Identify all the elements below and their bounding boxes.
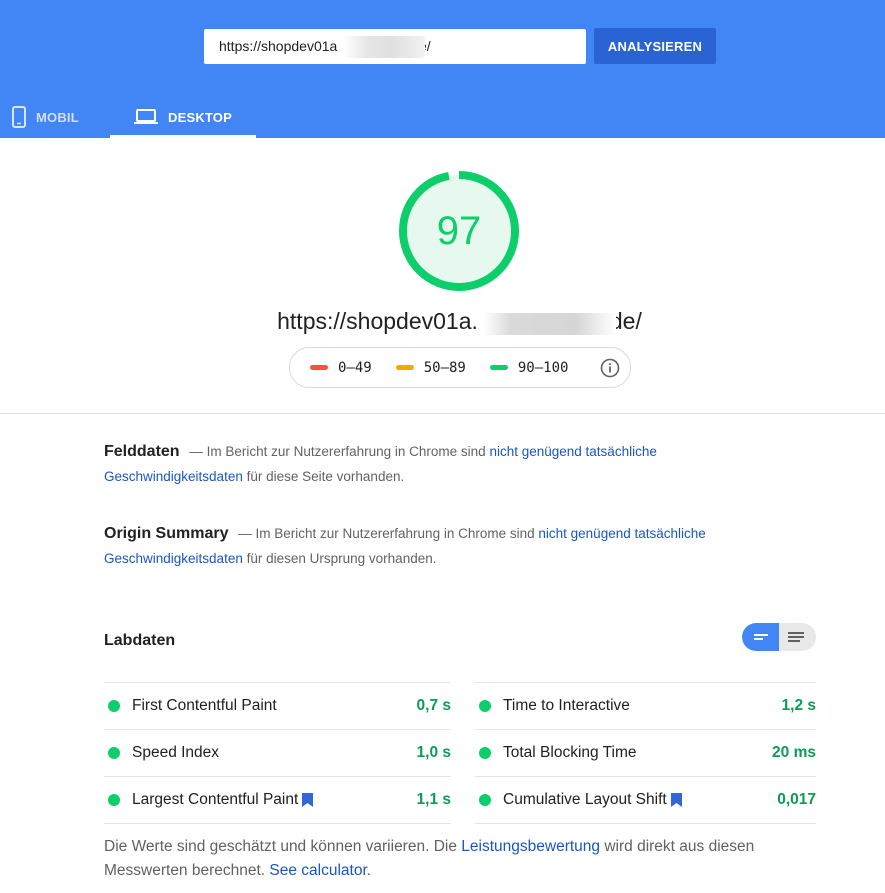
metric-label: Total Blocking Time bbox=[503, 744, 637, 761]
metric-label: Cumulative Layout Shift bbox=[503, 791, 777, 809]
pass-indicator bbox=[108, 794, 120, 806]
metric-value: 0,017 bbox=[777, 791, 816, 808]
pass-indicator bbox=[108, 747, 120, 759]
legend-average-range: 50–89 bbox=[423, 359, 466, 376]
section-divider bbox=[0, 413, 885, 414]
metric-speed-index: Speed Index 1,0 s bbox=[104, 729, 451, 776]
field-data-text: — Im Bericht zur Nutzererfahrung in Chro… bbox=[189, 444, 486, 459]
phone-icon bbox=[12, 106, 26, 128]
legend-item-average: 50–89 bbox=[395, 359, 466, 376]
laptop-icon bbox=[133, 109, 158, 124]
performance-score: 97 bbox=[436, 209, 482, 253]
field-data-text-after: für diese Seite vorhanden. bbox=[246, 469, 405, 484]
metric-value: 0,7 s bbox=[416, 697, 451, 714]
legend-pass-range: 90–100 bbox=[517, 359, 569, 376]
metric-label: Largest Contentful Paint bbox=[132, 791, 417, 809]
metric-label: Time to Interactive bbox=[503, 697, 630, 714]
metric-label: Speed Index bbox=[132, 744, 220, 761]
field-data-title: Felddaten bbox=[104, 443, 180, 460]
analyzed-url-prefix: https://shopdev01a. bbox=[277, 308, 478, 334]
metrics-right-column: Time to Interactive 1,2 s Total Blocking… bbox=[475, 682, 816, 824]
bookmark-icon bbox=[302, 793, 314, 807]
field-data-section: Felddaten — Im Bericht zur Nutzererfahru… bbox=[104, 439, 744, 489]
metric-total-blocking-time: Total Blocking Time 20 ms bbox=[475, 729, 816, 776]
see-calculator-link[interactable]: See calculator bbox=[269, 862, 366, 879]
pass-indicator bbox=[479, 700, 491, 712]
origin-summary-text: — Im Bericht zur Nutzererfahrung in Chro… bbox=[238, 526, 535, 541]
bookmark-icon bbox=[670, 793, 682, 807]
footnote-period: . bbox=[366, 862, 372, 879]
footnote-text: Die Werte sind geschätzt und können vari… bbox=[104, 838, 457, 855]
performance-score-link[interactable]: Leistungsbewertung bbox=[461, 838, 600, 855]
metric-label-text: Cumulative Layout Shift bbox=[503, 791, 667, 808]
legend-fail-range: 0–49 bbox=[338, 359, 372, 376]
analyze-button[interactable]: ANALYSIEREN bbox=[594, 28, 716, 64]
metric-largest-contentful-paint: Largest Contentful Paint 1,1 s bbox=[104, 776, 451, 823]
metric-label: First Contentful Paint bbox=[132, 697, 277, 714]
analyzed-url: https://shopdev01a. de/ bbox=[0, 308, 885, 335]
legend-item-pass: 90–100 bbox=[489, 359, 569, 376]
metric-value: 20 ms bbox=[772, 744, 816, 761]
view-toggle[interactable] bbox=[742, 623, 816, 651]
tab-desktop-label: DESKTOP bbox=[167, 109, 232, 125]
tab-mobile-label: MOBIL bbox=[36, 109, 79, 125]
legend-pass-marker bbox=[489, 365, 508, 370]
top-bar: ANALYSIEREN MOBIL DESKTOP bbox=[0, 0, 885, 138]
info-icon[interactable] bbox=[600, 358, 620, 378]
origin-summary-title: Origin Summary bbox=[104, 525, 229, 542]
metric-value: 1,1 s bbox=[416, 791, 451, 808]
active-tab-indicator bbox=[110, 135, 256, 138]
metric-first-contentful-paint: First Contentful Paint 0,7 s bbox=[104, 682, 451, 729]
metrics-left-column: First Contentful Paint 0,7 s Speed Index… bbox=[104, 682, 451, 824]
pass-indicator bbox=[479, 794, 491, 806]
pass-indicator bbox=[479, 747, 491, 759]
pass-indicator bbox=[108, 700, 120, 712]
metric-label-text: Largest Contentful Paint bbox=[132, 791, 299, 808]
summary-view-icon bbox=[754, 634, 768, 640]
analyzed-url-blur bbox=[484, 313, 616, 335]
detail-view-icon[interactable] bbox=[779, 623, 816, 651]
score-legend: 0–49 50–89 90–100 bbox=[289, 347, 631, 388]
tab-desktop[interactable]: DESKTOP bbox=[110, 96, 256, 138]
origin-summary-text-after: für diesen Ursprung vorhanden. bbox=[246, 551, 437, 566]
legend-item-fail: 0–49 bbox=[310, 360, 372, 376]
url-blur-mask bbox=[343, 36, 425, 58]
legend-fail-marker bbox=[310, 365, 328, 370]
metric-value: 1,0 s bbox=[416, 744, 451, 761]
legend-average-marker bbox=[395, 365, 414, 370]
metric-time-to-interactive: Time to Interactive 1,2 s bbox=[475, 682, 816, 729]
origin-summary-section: Origin Summary — Im Bericht zur Nutzerer… bbox=[104, 521, 744, 571]
view-toggle-summary[interactable] bbox=[742, 623, 779, 651]
metric-value: 1,2 s bbox=[781, 697, 816, 714]
lab-data-footnote: Die Werte sind geschätzt und können vari… bbox=[104, 835, 824, 883]
tab-mobile[interactable]: MOBIL bbox=[12, 96, 79, 138]
lab-data-title: Labdaten bbox=[104, 632, 176, 649]
metric-cumulative-layout-shift: Cumulative Layout Shift 0,017 bbox=[475, 776, 816, 823]
